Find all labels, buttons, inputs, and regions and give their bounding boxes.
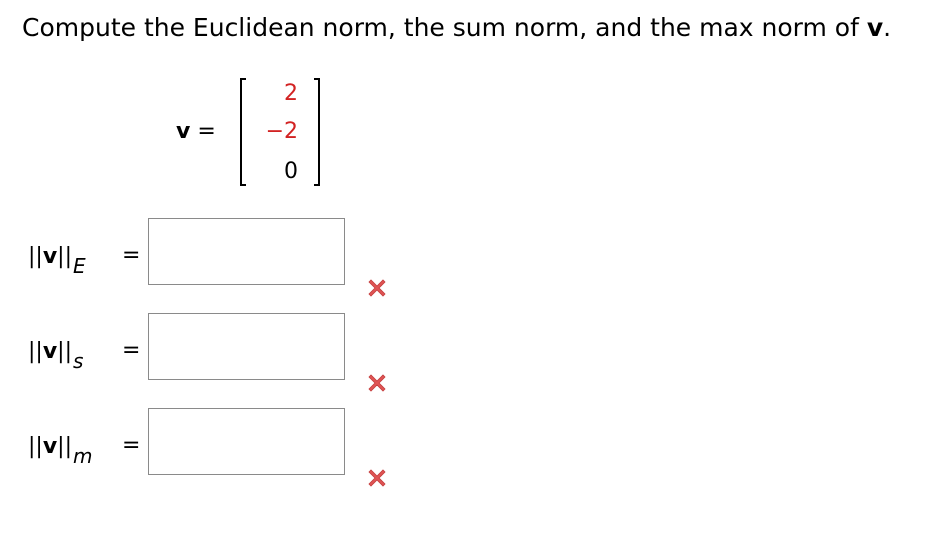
- vector-name: v: [176, 119, 191, 144]
- vector-entry-3: 0: [284, 159, 298, 184]
- norm-bars-close: ||: [57, 244, 72, 269]
- right-bracket: [314, 78, 320, 186]
- norm-vector-name: v: [42, 339, 58, 364]
- vector-definition-label: v =: [176, 118, 216, 146]
- max-norm-input[interactable]: [148, 408, 345, 475]
- euclidean-norm-label: ||v||E: [28, 242, 86, 278]
- question-period: .: [883, 13, 892, 42]
- sum-norm-row: ||v||s =: [0, 313, 948, 403]
- vector-entry-2: −2: [265, 119, 298, 144]
- sum-norm-label: ||v||s: [28, 337, 83, 373]
- norm-bars-close: ||: [57, 339, 72, 364]
- vector-matrix: 2 −2 0: [240, 78, 320, 188]
- norm-vector-name: v: [42, 244, 58, 269]
- euclidean-norm-input[interactable]: [148, 218, 345, 285]
- equals-sign: =: [122, 433, 141, 458]
- norm-bars-close: ||: [57, 434, 72, 459]
- norm-subscript: E: [73, 254, 86, 278]
- norm-bars-open: ||: [28, 339, 43, 364]
- euclidean-norm-row: ||v||E =: [0, 218, 948, 308]
- sum-norm-input[interactable]: [148, 313, 345, 380]
- norm-subscript: s: [73, 349, 84, 373]
- norm-subscript: m: [73, 444, 93, 468]
- cross-icon: [368, 279, 386, 297]
- max-norm-row: ||v||m =: [0, 408, 948, 498]
- vector-equals: =: [197, 119, 216, 144]
- equals-sign: =: [122, 338, 141, 363]
- equals-sign: =: [122, 243, 141, 268]
- norm-vector-name: v: [42, 434, 58, 459]
- left-bracket: [240, 78, 246, 186]
- cross-icon: [368, 374, 386, 392]
- question-text: Compute the Euclidean norm, the sum norm…: [22, 12, 891, 44]
- cross-icon: [368, 469, 386, 487]
- norm-bars-open: ||: [28, 244, 43, 269]
- question-vector-name: v: [866, 13, 884, 42]
- max-norm-label: ||v||m: [28, 432, 92, 468]
- question-prompt: Compute the Euclidean norm, the sum norm…: [22, 13, 867, 42]
- vector-entry-1: 2: [284, 81, 298, 106]
- norm-bars-open: ||: [28, 434, 43, 459]
